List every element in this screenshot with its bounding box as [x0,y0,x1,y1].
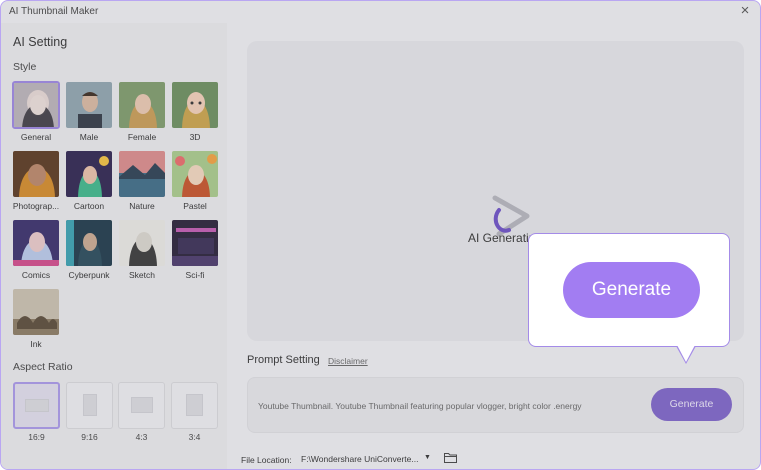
style-name: Female [127,132,157,142]
style-thumbnail [171,81,219,129]
style-ink[interactable]: Ink [12,288,60,349]
panel-heading: AI Setting [13,35,68,49]
callout-tail [677,345,695,362]
style-sketch[interactable]: Sketch [118,219,166,280]
style-photography[interactable]: Photograp... [12,150,60,211]
style-name: General [20,132,52,142]
style-sci-fi[interactable]: Sci-fi [171,219,219,280]
style-thumbnail [171,150,219,198]
ratio-16-9[interactable] [13,382,60,429]
style-cyberpunk[interactable]: Cyberpunk [65,219,113,280]
style-thumbnail [65,81,113,129]
file-path: F:\Wondershare UniConverte... [301,454,419,464]
ratio-3-4[interactable] [171,382,218,429]
style-pastel[interactable]: Pastel [171,150,219,211]
style-name: Sketch [129,270,155,280]
callout-generate-button[interactable]: Generate [563,262,700,318]
style-thumbnail [118,150,166,198]
ratio-label: 3:4 [188,432,201,442]
style-name: Cartoon [73,201,105,211]
aspect-ratio-label: Aspect Ratio [13,361,73,373]
style-thumbnail [65,150,113,198]
ratio-shape [83,394,97,416]
ratio-shape [131,397,153,413]
title-bar: AI Thumbnail Maker × [1,1,760,23]
chevron-down-icon: ▼ [424,454,431,461]
prompt-box: Generate [247,377,744,433]
style-3d[interactable]: 3D [171,81,219,142]
file-location-label: File Location: [241,455,292,465]
style-thumbnail [118,81,166,129]
style-male[interactable]: Male [65,81,113,142]
style-female[interactable]: Female [118,81,166,142]
style-name: Pastel [183,201,207,211]
style-thumbnail [12,81,60,129]
style-name: Photograp... [12,201,60,211]
close-icon[interactable]: × [738,3,752,18]
style-label: Style [13,61,37,73]
window-title: AI Thumbnail Maker [9,6,99,17]
style-name: Sci-fi [185,270,205,280]
style-nature[interactable]: Nature [118,150,166,211]
generate-button[interactable]: Generate [651,388,732,421]
ratio-label: 16:9 [28,432,45,442]
style-thumbnail [12,288,60,336]
disclaimer-link[interactable]: Disclaimer [328,356,368,366]
style-name: Ink [30,339,42,349]
style-name: Male [79,132,99,142]
style-name: Comics [21,270,51,280]
ratio-4-3[interactable] [118,382,165,429]
generate-callout: Generate [528,233,730,347]
style-comics[interactable]: Comics [12,219,60,280]
ai-setting-panel: AI Setting Style General Male Female 3D [1,23,227,469]
prompt-input[interactable] [258,401,638,411]
ratio-shape [25,399,49,412]
ratio-label: 4:3 [135,432,148,442]
style-thumbnail [12,219,60,267]
style-name: Cyberpunk [68,270,110,280]
style-thumbnail [118,219,166,267]
style-thumbnail [65,219,113,267]
prompt-setting-label: Prompt Setting [247,354,320,366]
style-general[interactable]: General [12,81,60,142]
ratio-shape [186,394,203,416]
ratio-label: 9:16 [81,432,98,442]
file-location-select[interactable]: F:\Wondershare UniConverte... ▼ [301,453,435,467]
ratio-9-16[interactable] [66,382,113,429]
style-name: 3D [189,132,201,142]
style-thumbnail [171,219,219,267]
style-cartoon[interactable]: Cartoon [65,150,113,211]
style-thumbnail [12,150,60,198]
style-name: Nature [129,201,155,211]
folder-icon[interactable] [444,452,457,463]
